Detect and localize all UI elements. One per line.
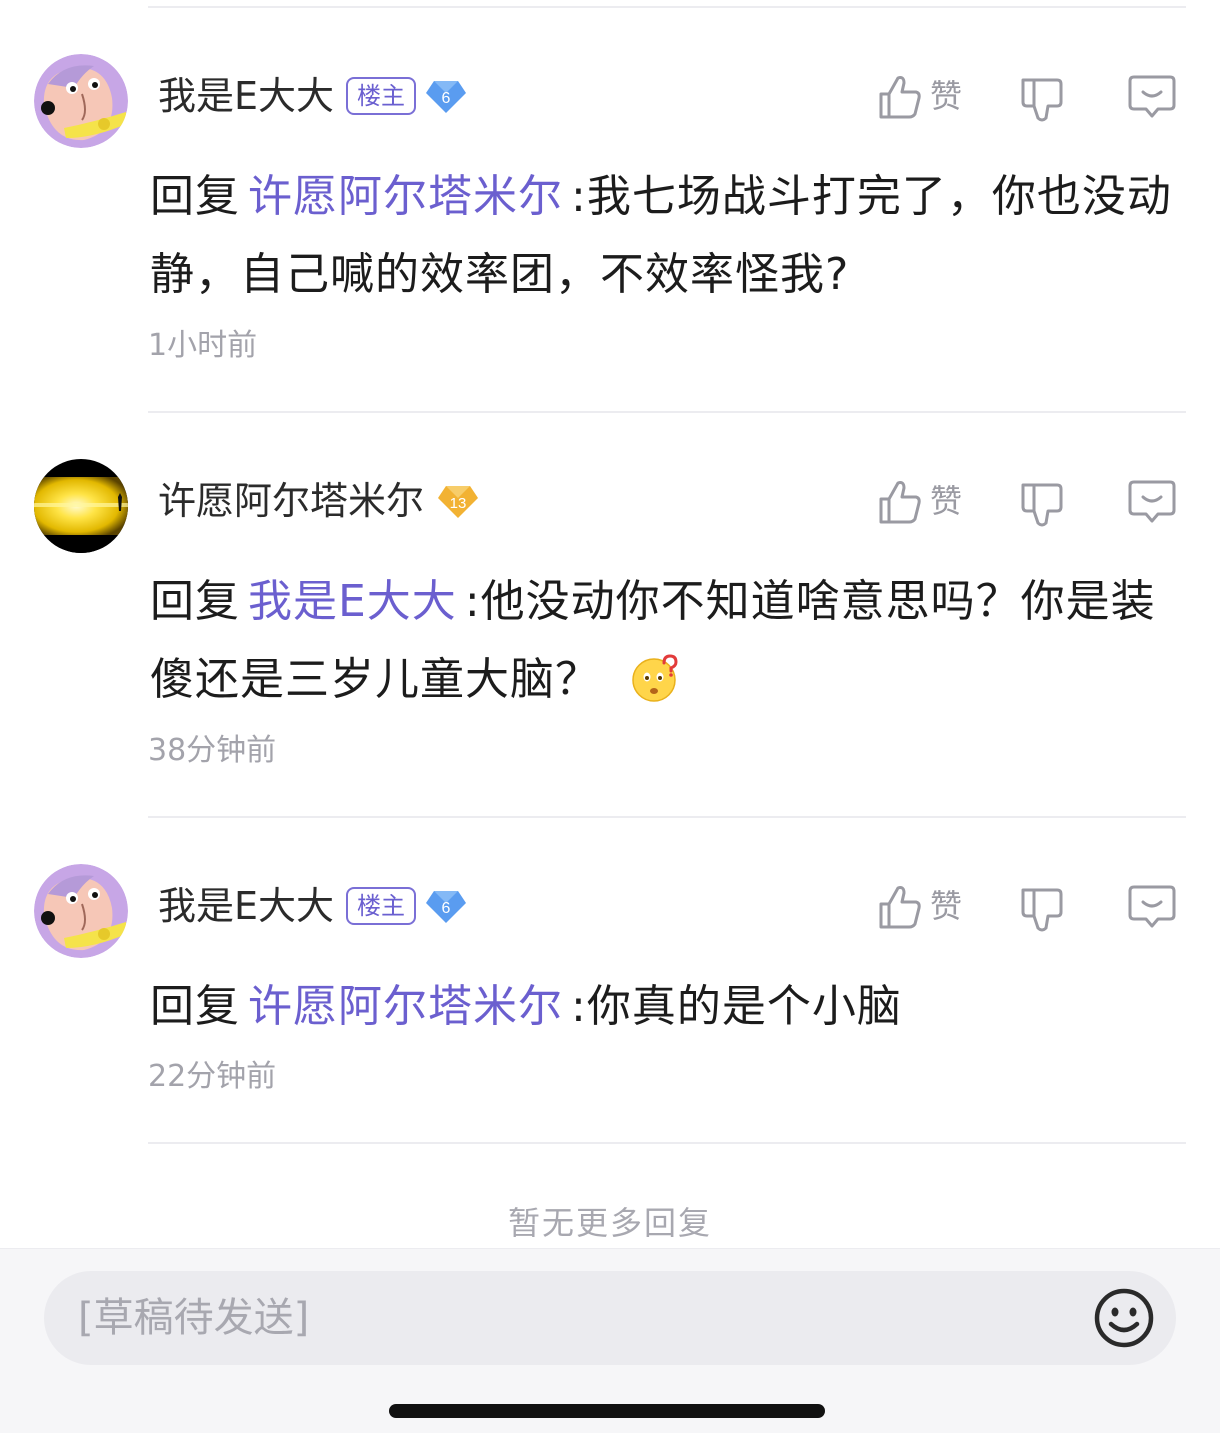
timestamp: 1小时前	[148, 328, 258, 363]
reply-input[interactable]: [草稿待发送]	[44, 1271, 1176, 1365]
reply-composer-bar: [草稿待发送]	[0, 1248, 1220, 1433]
dislike-button[interactable]	[1020, 481, 1064, 527]
like-button[interactable]	[878, 884, 922, 930]
level-badge: 6	[426, 79, 466, 115]
timestamp: 22分钟前	[148, 1059, 277, 1094]
divider	[148, 6, 1186, 8]
thumbs-up-icon	[879, 76, 921, 119]
comment-icon	[1128, 885, 1176, 928]
comment-icon	[1128, 480, 1176, 523]
username[interactable]: 我是E大大	[158, 74, 334, 118]
thinking-face-emoji-icon	[632, 654, 678, 702]
reply-button[interactable]	[1128, 74, 1176, 120]
level-badge: 13	[438, 484, 478, 520]
timestamp: 38分钟前	[148, 733, 277, 768]
reply-button[interactable]	[1128, 884, 1176, 930]
reply-content: 回复 我是E大大:他没动你不知道啥意思吗？你是装傻还是三岁儿童大脑？	[150, 563, 1180, 719]
like-label[interactable]: 赞	[930, 886, 962, 926]
divider	[148, 1142, 1186, 1144]
level-number: 13	[450, 495, 467, 512]
no-more-replies-label: 暂无更多回复	[507, 1204, 712, 1242]
sunset-avatar-icon	[34, 459, 128, 553]
diamond-level-icon: 6	[426, 81, 466, 113]
op-badge: 楼主	[346, 77, 416, 115]
dislike-button[interactable]	[1020, 886, 1064, 932]
avatar[interactable]	[34, 459, 128, 553]
reply-button[interactable]	[1128, 479, 1176, 525]
draft-placeholder: [草稿待发送]	[78, 1295, 310, 1341]
reply-prefix: 回复	[150, 171, 240, 222]
like-label[interactable]: 赞	[930, 481, 962, 521]
like-label[interactable]: 赞	[930, 76, 962, 116]
reply-prefix: 回复	[150, 576, 240, 627]
thumbs-down-icon	[1021, 483, 1063, 527]
username[interactable]: 我是E大大	[158, 884, 334, 928]
diamond-level-icon: 6	[426, 891, 466, 923]
avatar[interactable]	[34, 54, 128, 148]
diamond-level-icon: 13	[438, 486, 478, 518]
mention-link[interactable]: 许愿阿尔塔米尔	[248, 981, 563, 1032]
reply-thread-page: 我是E大大 楼主 6 赞 回复 许愿阿尔塔米尔:我七场战斗打完了，你也没动静，…	[0, 0, 1220, 1433]
home-indicator[interactable]	[389, 1404, 825, 1418]
thumbs-down-icon	[1021, 78, 1063, 122]
mention-link[interactable]: 我是E大大	[248, 576, 457, 627]
op-badge: 楼主	[346, 887, 416, 925]
thumbs-up-icon	[879, 481, 921, 524]
level-number: 6	[442, 90, 451, 107]
reply-content: 回复 许愿阿尔塔米尔:我七场战斗打完了，你也没动静，自己喊的效率团，不效率怪我?	[150, 158, 1180, 314]
dislike-button[interactable]	[1020, 76, 1064, 122]
reply-prefix: 回复	[150, 981, 240, 1032]
smile-icon[interactable]	[1092, 1286, 1156, 1350]
like-button[interactable]	[878, 479, 922, 525]
level-badge: 6	[426, 889, 466, 925]
avatar[interactable]	[34, 864, 128, 958]
comment-icon	[1128, 75, 1176, 118]
reply-content: 回复 许愿阿尔塔米尔:你真的是个小脑	[150, 968, 1180, 1046]
mention-link[interactable]: 许愿阿尔塔米尔	[248, 171, 563, 222]
like-button[interactable]	[878, 74, 922, 120]
level-number: 6	[442, 900, 451, 917]
thumbs-up-icon	[879, 886, 921, 929]
thumbs-down-icon	[1021, 888, 1063, 932]
cartoon-avatar-icon	[34, 864, 128, 958]
cartoon-avatar-icon	[34, 54, 128, 148]
divider	[148, 816, 1186, 818]
divider	[148, 411, 1186, 413]
reply-text: :你真的是个小脑	[571, 981, 902, 1032]
username[interactable]: 许愿阿尔塔米尔	[158, 479, 424, 523]
